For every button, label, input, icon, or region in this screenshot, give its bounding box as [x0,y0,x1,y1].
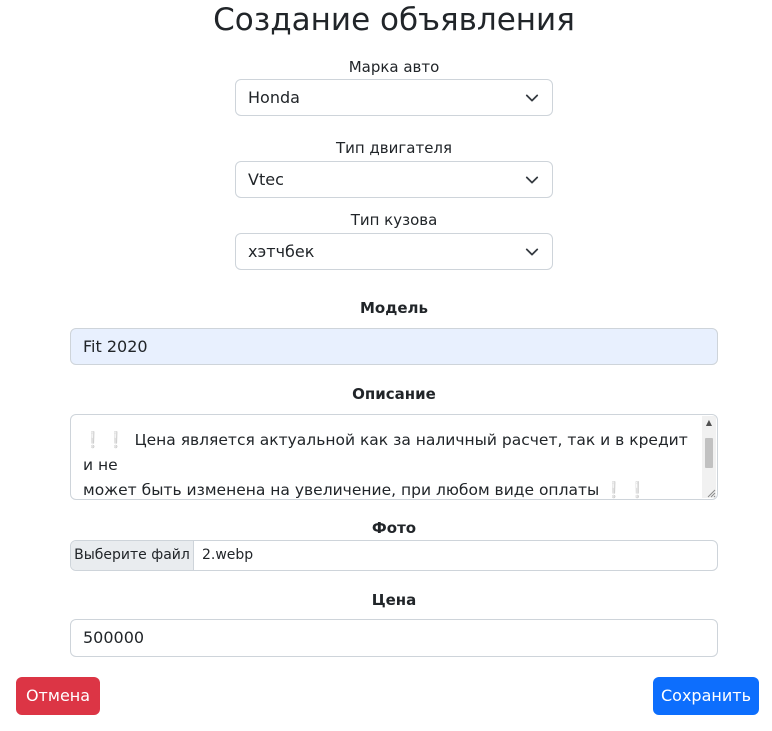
body-type-select-value: хэтчбек [248,242,315,261]
scroll-up-arrow-icon[interactable]: ▲ [702,416,716,430]
description-text: ❕ ❕ Цена является актуальной как за налич… [83,428,695,499]
description-line-1: Цена является актуальной как за наличный… [83,431,688,474]
scrollbar-thumb[interactable] [705,438,713,468]
exclamation-emoji: ❕ [604,481,624,499]
price-label: Цена [371,591,417,609]
brand-select[interactable]: Honda [235,79,553,116]
exclamation-emoji: ❕ [627,481,647,499]
description-textarea[interactable]: ❕ ❕ Цена является актуальной как за налич… [70,414,718,500]
brand-select-value: Honda [248,88,300,107]
create-listing-page: Создание объявления Марка авто Honda Тип… [0,0,772,731]
chevron-down-icon [525,248,539,256]
chevron-down-icon [525,176,539,184]
exclamation-emoji: ❕ [83,431,103,449]
model-label: Модель [360,299,428,317]
description-scrollbar[interactable]: ▲ [702,416,716,498]
selected-file-name: 2.webp [202,547,254,563]
body-type-label: Тип кузова [350,211,438,229]
model-input[interactable]: Fit 2020 [70,328,718,365]
chevron-down-icon [525,94,539,102]
page-title: Создание объявления [213,2,575,38]
engine-select-value: Vtec [248,170,284,189]
brand-label: Марка авто [348,58,440,76]
engine-select[interactable]: Vtec [235,161,553,198]
cancel-button[interactable]: Отмена [16,677,100,715]
model-input-value: Fit 2020 [83,337,148,356]
resize-grip-icon[interactable] [706,488,716,498]
photo-label: Фото [371,519,417,537]
save-button[interactable]: Сохранить [653,677,759,715]
price-input[interactable]: 500000 [70,619,718,657]
price-input-value: 500000 [83,628,145,647]
body-type-select[interactable]: хэтчбек [235,233,553,270]
description-line-2: может быть изменена на увеличение, при л… [83,481,600,499]
engine-label: Тип двигателя [335,139,453,157]
choose-file-button[interactable]: Выберите файл [71,541,194,570]
exclamation-emoji: ❕ [106,431,126,449]
description-label: Описание [352,385,436,403]
photo-file-input[interactable]: Выберите файл 2.webp [70,540,718,571]
